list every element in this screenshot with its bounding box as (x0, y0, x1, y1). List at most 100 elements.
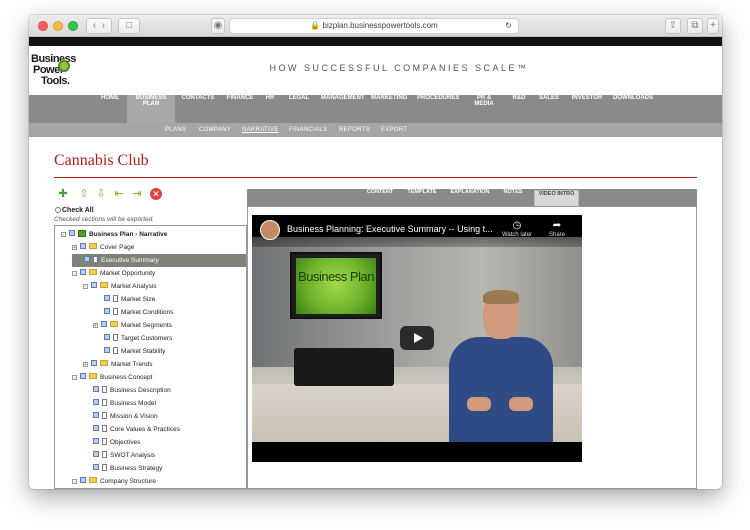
move-down-icon[interactable]: ⇩ (95, 188, 107, 200)
tree-checkbox[interactable] (84, 256, 90, 262)
nav-investor[interactable]: INVESTOR (571, 95, 603, 123)
tree-checkbox[interactable] (80, 243, 86, 249)
subnav-company[interactable]: COMPANY (199, 123, 231, 137)
tree-node-market-opportunity[interactable]: - Market Opportunity (72, 267, 155, 280)
tree-checkbox[interactable] (101, 321, 107, 327)
video-title[interactable]: Business Planning: Executive Summary -- … (287, 224, 502, 234)
tree-node-business-model[interactable]: Business Model (93, 397, 156, 410)
tree-node-cover-page[interactable]: + Cover Page (72, 241, 134, 254)
tree-node-swot-analysis[interactable]: SWOT Analysis (93, 449, 155, 462)
chevron-right-icon[interactable]: › (102, 20, 105, 31)
chevron-left-icon[interactable]: ‹ (93, 20, 96, 31)
collapse-icon[interactable]: - (72, 375, 77, 381)
tree-node-objectives[interactable]: Objectives (93, 436, 140, 449)
tab-explanation[interactable]: EXPLANATION (447, 189, 493, 206)
tree-node-market-trends[interactable]: + Market Trends (83, 358, 153, 371)
tab-template[interactable]: TEMPLATE (403, 189, 441, 206)
address-bar[interactable]: 🔒 bizplan.businesspowertools.com ↻ (229, 18, 519, 34)
tree-checkbox[interactable] (104, 334, 110, 340)
subnav-plans[interactable]: PLANS (165, 123, 186, 137)
subnav-export[interactable]: EXPORT (381, 123, 407, 137)
nav-pr-media[interactable]: PR & MEDIA (467, 95, 501, 123)
nav-sales[interactable]: SALES (537, 95, 561, 123)
maximize-window-button[interactable] (68, 21, 78, 31)
tree-checkbox[interactable] (104, 347, 110, 353)
tree-checkbox[interactable] (104, 308, 110, 314)
share-video-button[interactable]: ➦ Share (537, 220, 577, 238)
tree-node-market-size[interactable]: Market Size (104, 293, 155, 306)
tree-checkbox[interactable] (93, 425, 99, 431)
nav-legal[interactable]: LEGAL (287, 95, 311, 123)
nav-management[interactable]: MANAGEMENT (321, 95, 365, 123)
tree-node-root[interactable]: - Business Plan - Narrative (61, 228, 167, 241)
subnav-financials[interactable]: FINANCIALS (289, 123, 327, 137)
sidebar-toggle-icon[interactable]: □ (118, 18, 140, 34)
nav-contacts[interactable]: CONTACTS (181, 95, 215, 123)
collapse-icon[interactable]: - (83, 284, 88, 290)
watch-later-button[interactable]: ◷ Watch later (497, 220, 537, 238)
tree-checkbox[interactable] (93, 412, 99, 418)
tabs-overview-icon[interactable]: ⧉ (687, 18, 703, 34)
tree-checkbox[interactable] (91, 282, 97, 288)
collapse-icon[interactable]: - (72, 271, 77, 277)
tree-checkbox[interactable] (80, 477, 86, 483)
tree-node-market-stability[interactable]: Market Stability (104, 345, 165, 358)
tree-node-company-structure[interactable]: - Company Structure (72, 475, 156, 488)
tree-node-core-values[interactable]: Core Values & Practices (93, 423, 180, 436)
check-all-radio[interactable] (55, 207, 61, 213)
subnav-reports[interactable]: REPORTS (339, 123, 370, 137)
check-all-toggle[interactable]: Check All (55, 207, 94, 214)
tree-checkbox[interactable] (93, 438, 99, 444)
add-section-icon[interactable]: ✚ (57, 188, 69, 200)
nav-home[interactable]: HOME (97, 95, 123, 123)
expand-icon[interactable]: + (93, 323, 98, 329)
tree-node-market-analysis[interactable]: - Market Analysis (83, 280, 157, 293)
tree-checkbox[interactable] (93, 464, 99, 470)
tree-node-target-customers[interactable]: Target Customers (104, 332, 172, 345)
subnav-narrative[interactable]: NARRATIVE (242, 123, 279, 137)
share-icon[interactable]: ⇧ (665, 18, 681, 34)
tree-node-business-concept[interactable]: - Business Concept (72, 371, 152, 384)
channel-avatar[interactable] (260, 220, 280, 240)
tree-node-market-segments[interactable]: + Market Segments (93, 319, 172, 332)
tab-notes[interactable]: NOTES (499, 189, 527, 206)
indent-icon[interactable]: ⇥ (131, 188, 143, 200)
tree-node-executive-summary[interactable]: Executive Summary (72, 254, 246, 267)
nav-business-plan[interactable]: BUSINESS PLAN (127, 95, 175, 123)
collapse-icon[interactable]: - (72, 479, 77, 485)
nav-procedures[interactable]: PROCEDURES (417, 95, 459, 123)
nav-marketing[interactable]: MARKETING (371, 95, 407, 123)
tree-checkbox[interactable] (93, 451, 99, 457)
tree-node-market-conditions[interactable]: Market Conditions (104, 306, 173, 319)
tree-checkbox[interactable] (93, 386, 99, 392)
back-forward-buttons[interactable]: ‹ › (86, 18, 112, 34)
outdent-icon[interactable]: ⇤ (113, 188, 125, 200)
tree-node-business-description[interactable]: Business Description (93, 384, 171, 397)
tab-video-intro[interactable]: VIDEO INTRO (534, 190, 579, 206)
tree-checkbox[interactable] (80, 269, 86, 275)
tree-node-business-strategy[interactable]: Business Strategy (93, 462, 162, 475)
nav-hr[interactable]: HR (263, 95, 277, 123)
video-player[interactable]: Business Plan Business Planning: Executi… (252, 215, 582, 462)
tree-checkbox[interactable] (93, 399, 99, 405)
add-tab-icon[interactable]: + (707, 18, 719, 34)
collapse-icon[interactable]: - (61, 232, 66, 238)
expand-icon[interactable]: + (83, 362, 88, 368)
tree-node-mission-vision[interactable]: Mission & Vision (93, 410, 158, 423)
tree-checkbox[interactable] (91, 360, 97, 366)
nav-finance[interactable]: FINANCE (225, 95, 255, 123)
site-logo[interactable]: Business Power Tools. (31, 51, 89, 93)
move-up-icon[interactable]: ⇧ (78, 188, 90, 200)
expand-icon[interactable]: + (72, 245, 77, 251)
tree-checkbox[interactable] (69, 230, 75, 236)
tab-content[interactable]: CONTENT (363, 189, 397, 206)
nav-rd[interactable]: R&D (511, 95, 527, 123)
privacy-icon[interactable]: ◉ (211, 18, 225, 34)
play-button[interactable] (400, 326, 434, 350)
delete-icon[interactable]: ✕ (150, 188, 162, 200)
close-window-button[interactable] (38, 21, 48, 31)
nav-downloads[interactable]: DOWNLOADS (613, 95, 653, 123)
minimize-window-button[interactable] (53, 21, 63, 31)
reload-icon[interactable]: ↻ (505, 19, 512, 33)
tree-checkbox[interactable] (104, 295, 110, 301)
